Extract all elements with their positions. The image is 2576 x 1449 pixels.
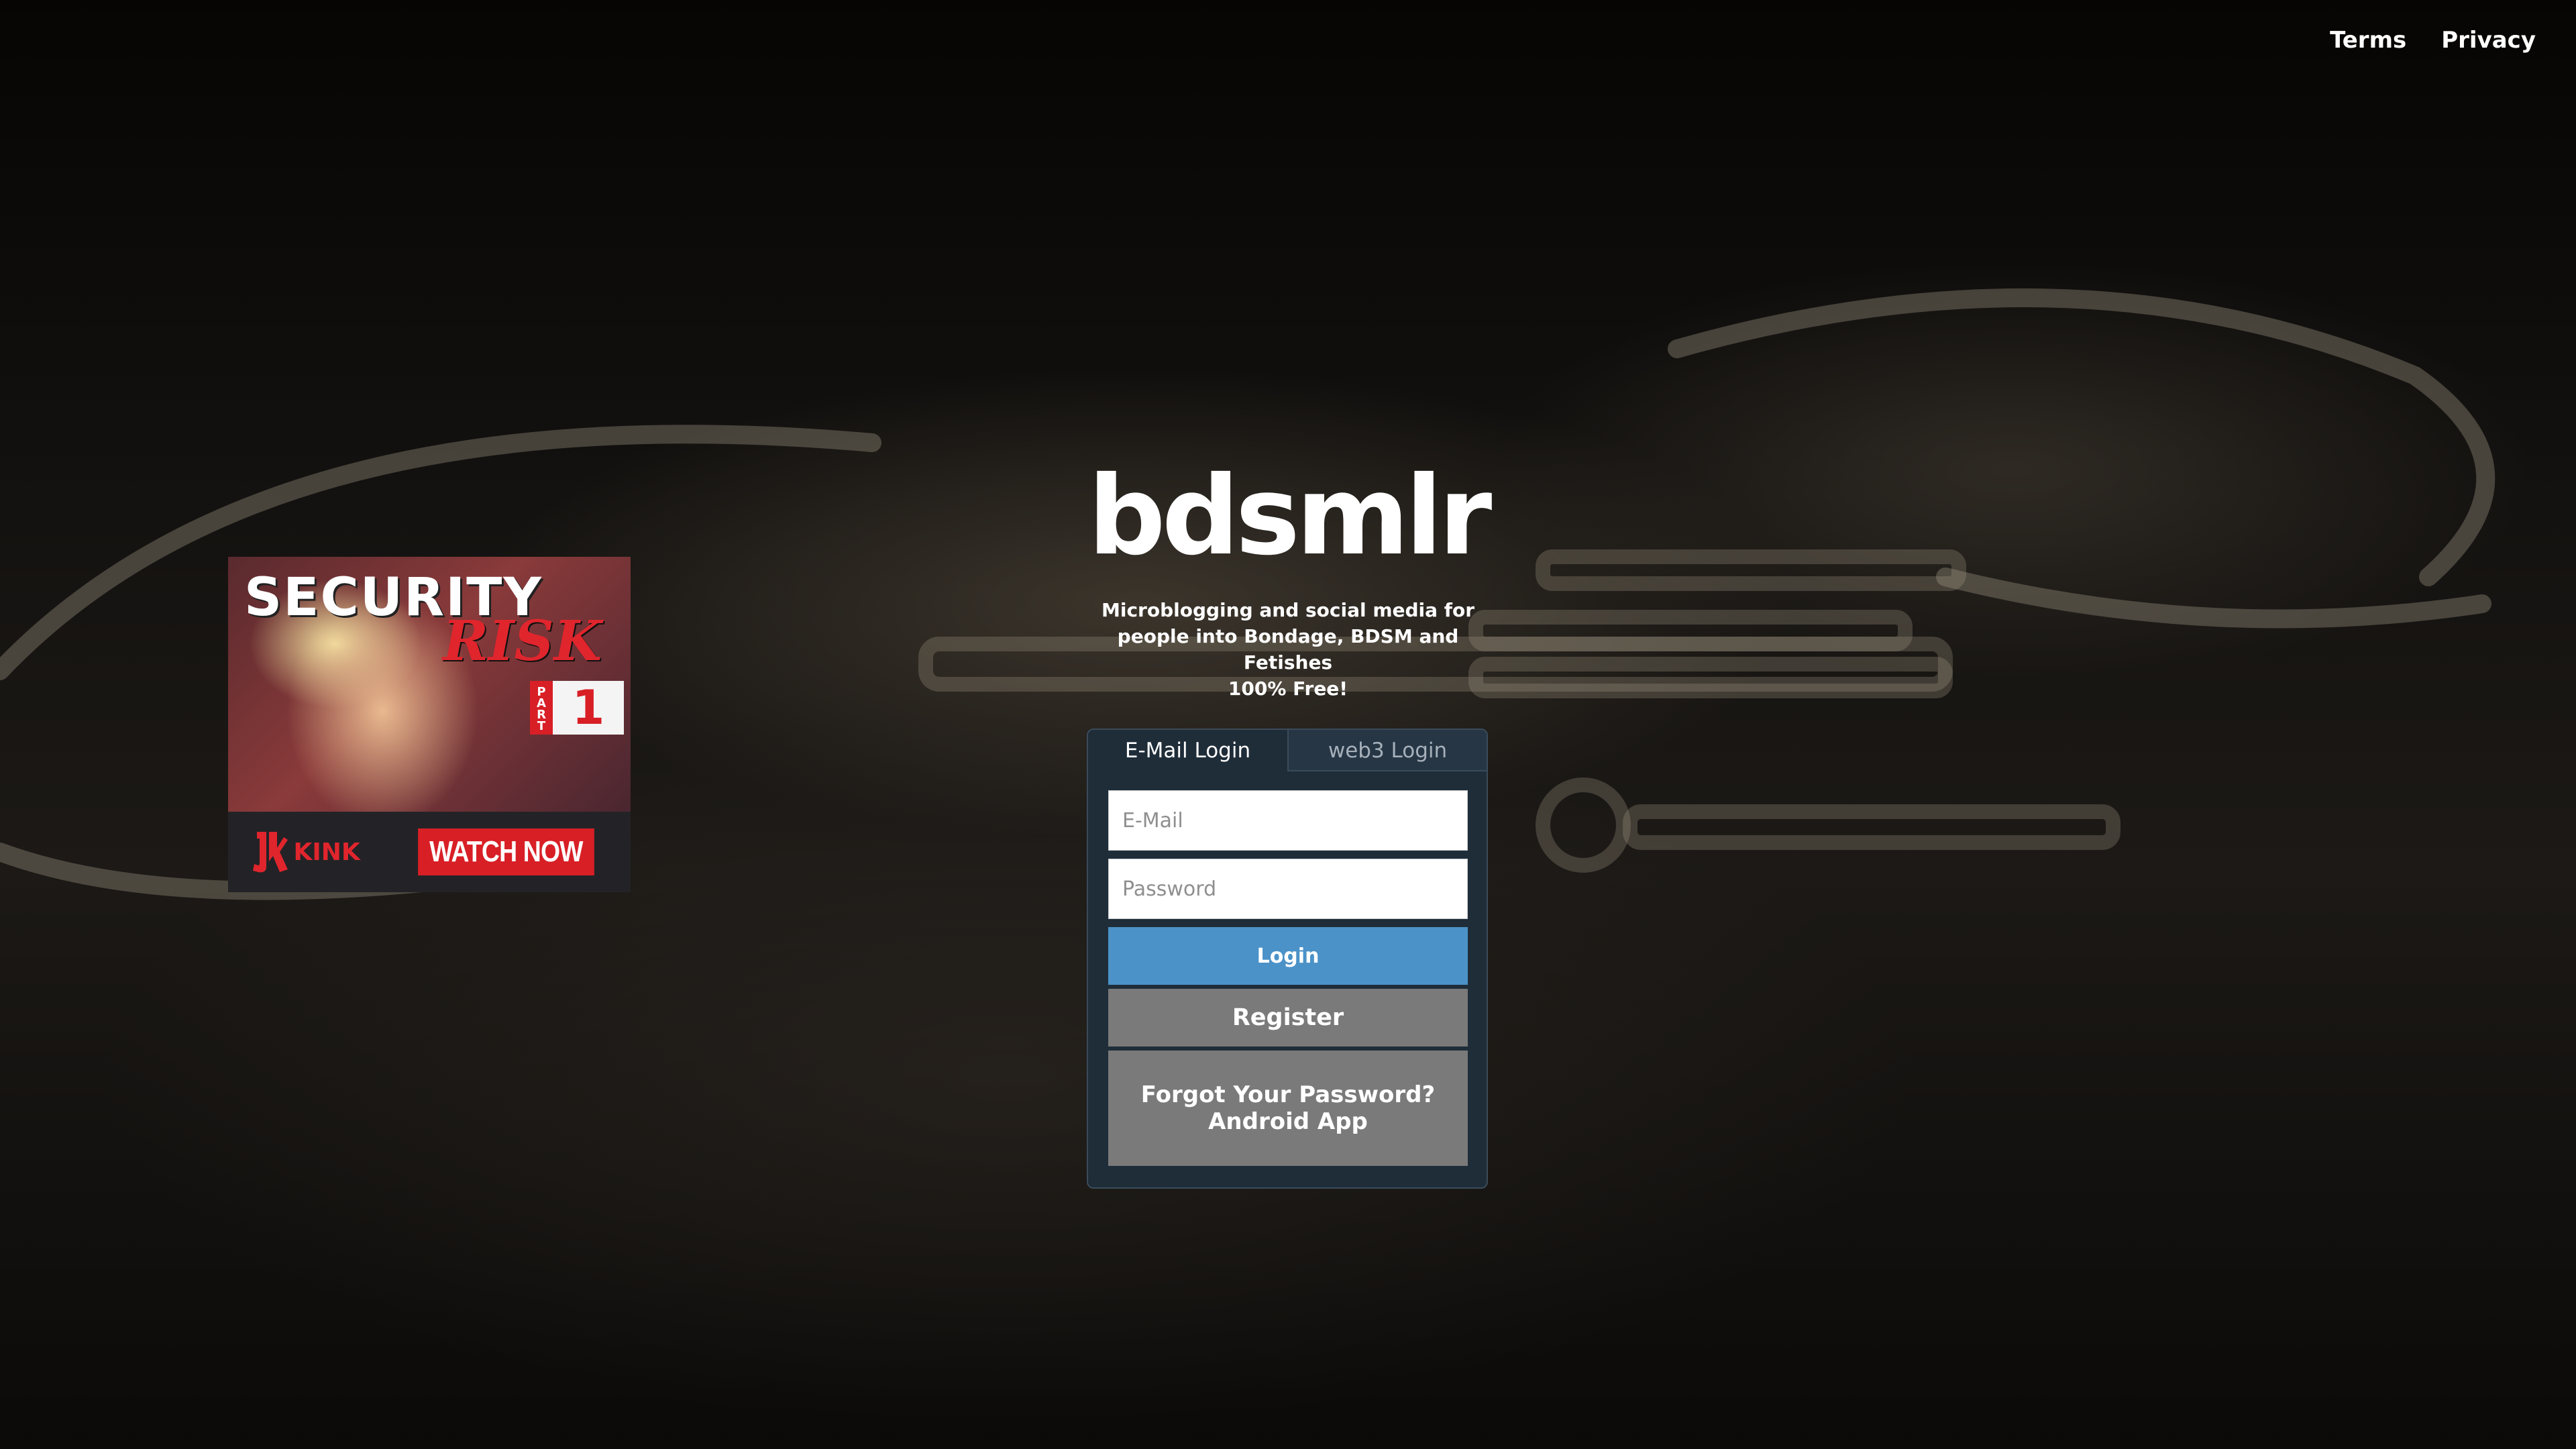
privacy-link[interactable]: Privacy — [2441, 27, 2536, 54]
android-app-link[interactable]: Android App — [1108, 1106, 1468, 1137]
tagline-description: Microblogging and social media for peopl… — [1101, 599, 1475, 674]
email-input[interactable] — [1108, 790, 1468, 851]
password-input[interactable] — [1108, 859, 1468, 919]
ad-brand-name: KINK — [293, 838, 360, 866]
ad-brand: KINK — [249, 828, 360, 875]
secondary-links: Forgot Your Password? Android App — [1108, 1051, 1468, 1166]
login-tabs: E-Mail Login web3 Login — [1088, 730, 1487, 771]
ad-subtitle: RISK — [443, 609, 602, 674]
watch-now-button[interactable]: WATCH NOW — [417, 828, 594, 875]
site-logo: bdsmlr — [1087, 453, 1493, 580]
login-form: Login Register Forgot Your Password? And… — [1108, 790, 1468, 1166]
ad-footer: KINK WATCH NOW — [228, 812, 631, 892]
top-nav: Terms Privacy — [2330, 27, 2536, 54]
ad-part-badge: PART 1 — [530, 681, 624, 735]
tagline-free: 100% Free! — [1228, 678, 1348, 700]
kink-logo-icon — [249, 828, 289, 875]
login-button[interactable]: Login — [1108, 927, 1468, 985]
tagline: Microblogging and social media for peopl… — [1087, 597, 1489, 702]
brand-header: bdsmlr Microblogging and social media fo… — [1087, 453, 1493, 702]
advertisement-banner[interactable]: SECURITY RISK PART 1 KINK WATCH NOW — [228, 557, 631, 892]
terms-link[interactable]: Terms — [2330, 27, 2406, 54]
ad-part-label: PART — [530, 681, 553, 735]
tab-web3-login[interactable]: web3 Login — [1287, 730, 1487, 771]
tab-email-login[interactable]: E-Mail Login — [1088, 730, 1287, 771]
ad-part-number: 1 — [572, 680, 605, 735]
register-button[interactable]: Register — [1108, 989, 1468, 1046]
login-panel: E-Mail Login web3 Login Login Register F… — [1087, 729, 1488, 1189]
